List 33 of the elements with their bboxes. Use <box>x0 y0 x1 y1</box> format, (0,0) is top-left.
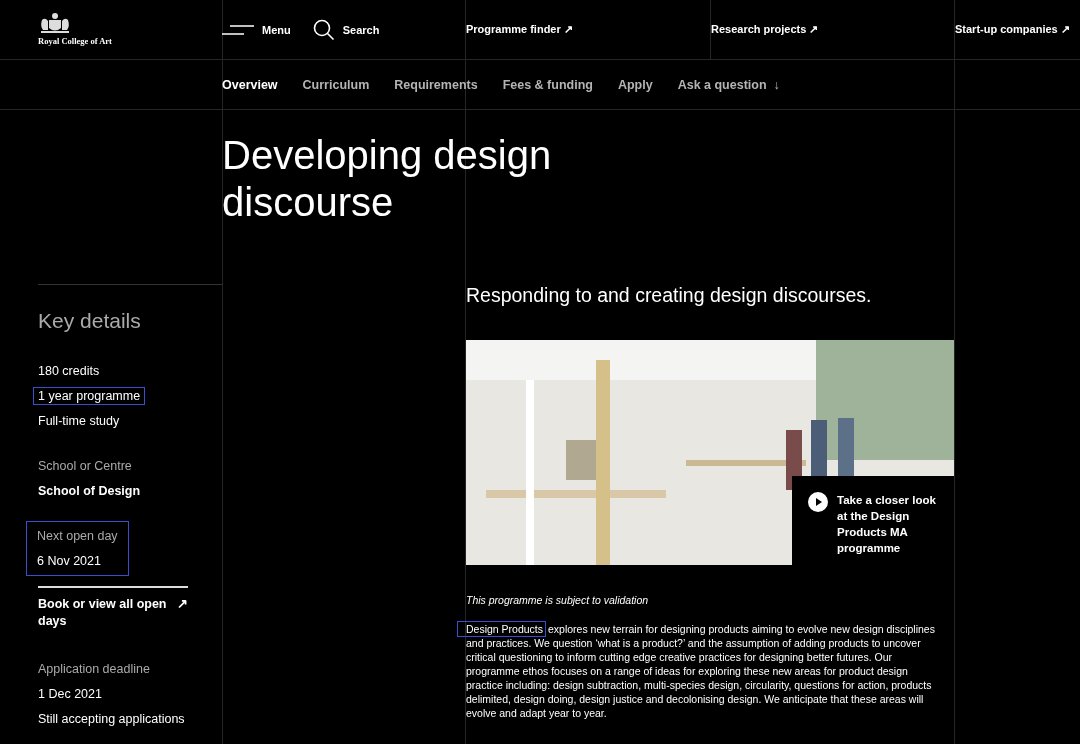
nav-tab[interactable]: Overview <box>222 77 278 92</box>
nav-tab[interactable]: Fees & funding <box>502 77 593 92</box>
detail-value: Still accepting applications <box>38 711 185 727</box>
nav-tab[interactable]: Apply <box>617 77 653 92</box>
crest-icon <box>38 12 72 34</box>
open-days-link[interactable]: Book or view all open days ↗ <box>38 586 188 630</box>
programme-description: Design Products explores new terrain for designing products aiming to evolve new design disciplines and practices. We question ‘what is a product?’ and the assumption of adding products to uncover critical questioning to inform cutting edge creative practices for designing better futures. Our programme ethos focuses on a range of ideas for exploring these new areas for product design practice including: design subtraction, multi-species design, circularity, questions for action, products delimited, design doing, design justice and decolonising design. We anticipate that these areas will evolve and adapt year to year. <box>456 620 946 722</box>
nav-tab[interactable]: Requirements <box>394 77 478 92</box>
nav-tab[interactable]: Curriculum <box>302 77 370 92</box>
menu-button[interactable]: Menu <box>222 23 291 36</box>
detail-label: Application deadline <box>38 661 150 677</box>
detail-label: Next open day <box>37 528 118 544</box>
header-link[interactable]: Programme finder ↗ <box>466 23 573 36</box>
logo-text[interactable]: Royal College of Art <box>38 36 112 46</box>
header-link[interactable]: Start-up companies ↗ <box>955 23 1070 36</box>
page-title: Developing design discourse <box>222 132 553 226</box>
video-caption-card[interactable]: Take a closer look at the Design Products MA programme <box>792 476 954 565</box>
play-icon <box>808 492 828 512</box>
sidebar-heading: Key details <box>38 309 142 333</box>
detail-value: 180 credits <box>38 363 100 379</box>
detail-value: School of Design <box>38 483 141 499</box>
detail-value: 1 Dec 2021 <box>38 686 102 702</box>
menu-icon <box>222 24 254 35</box>
section-subtitle: Responding to and creating design discourses. <box>466 284 873 307</box>
search-button[interactable]: Search <box>312 18 380 41</box>
detail-label: School or Centre <box>38 458 132 474</box>
nav-tab[interactable]: Ask a question ↓ <box>677 77 780 92</box>
detail-value: Full-time study <box>38 413 120 429</box>
detail-value: 1 year programme <box>34 388 145 404</box>
header-link[interactable]: Research projects ↗ <box>711 23 819 36</box>
validation-note: This programme is subject to validation <box>466 594 650 606</box>
detail-value: 6 Nov 2021 <box>37 553 101 569</box>
search-icon <box>312 18 335 41</box>
